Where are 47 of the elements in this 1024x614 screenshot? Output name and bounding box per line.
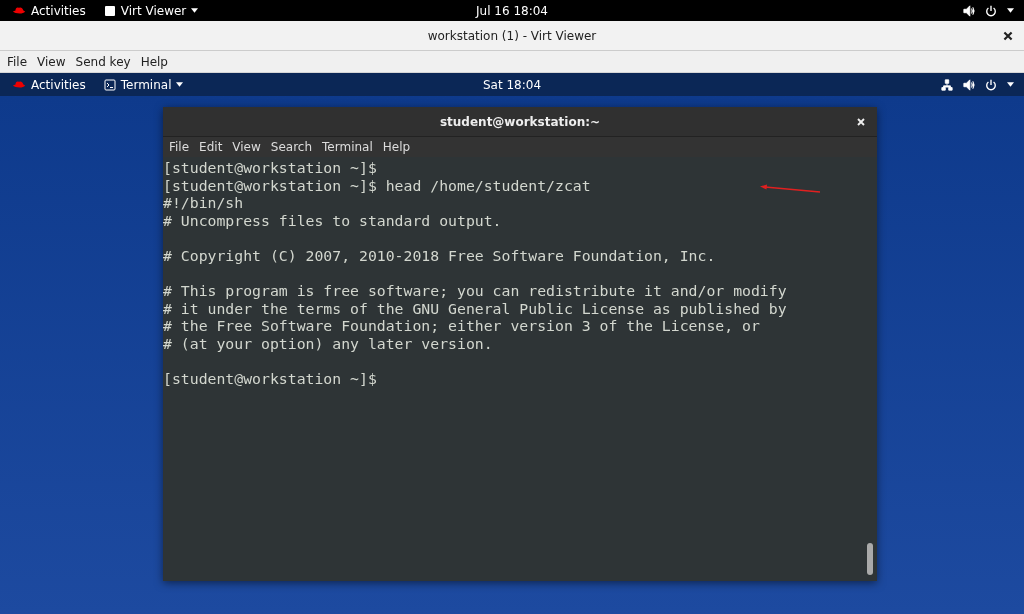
scrollbar-thumb[interactable] <box>867 543 873 575</box>
window-title: student@workstation:~ <box>439 114 601 129</box>
menu-item[interactable]: Search <box>265 137 318 157</box>
menu-item[interactable]: Help <box>135 51 173 72</box>
caret-icon <box>176 82 184 87</box>
terminal-line: [student@workstation ~]$ head /home/student/zcat <box>163 176 591 195</box>
clock[interactable]: Jul 16 18:04 <box>476 3 548 18</box>
window-title: workstation (1) - Virt Viewer <box>427 28 597 43</box>
terminal-line: # This program is free software; you can redistribute it and/or modify <box>163 282 787 300</box>
close-button[interactable] <box>1002 29 1014 42</box>
hat-icon <box>12 6 26 15</box>
menu-item[interactable]: Help <box>377 137 416 157</box>
terminal-icon <box>103 78 116 91</box>
power-icon[interactable] <box>985 4 997 17</box>
close-button[interactable] <box>855 115 867 128</box>
terminal-line: [student@workstation ~]$ <box>163 159 377 177</box>
terminal-line: #!/bin/sh <box>163 194 244 212</box>
annotation-arrow <box>759 184 821 194</box>
network-icon[interactable] <box>941 78 953 91</box>
app-menu[interactable]: Virt Viewer <box>99 3 203 18</box>
terminal-line: [student@workstation ~]$ <box>163 370 377 388</box>
hat-icon <box>12 80 26 89</box>
terminal-line: # (at your option) any later version. <box>163 334 493 353</box>
menu-item[interactable]: File <box>2 51 33 72</box>
close-icon <box>1002 29 1014 42</box>
caret-icon[interactable] <box>1007 8 1014 13</box>
activities-button[interactable]: Activities <box>8 77 90 92</box>
menu-item[interactable]: Terminal <box>317 137 378 157</box>
menu-item[interactable]: File <box>164 137 195 157</box>
close-icon <box>855 115 867 128</box>
terminal-line: # the Free Software Foundation; either version 3 of the License, or <box>163 317 760 335</box>
app-menu[interactable]: Terminal <box>99 77 188 92</box>
window-icon <box>103 4 116 17</box>
terminal-line: # Copyright (C) 2007, 2010-2018 Free Software Foundation, Inc. <box>163 246 716 265</box>
menu-item[interactable]: Edit <box>194 137 228 157</box>
power-icon[interactable] <box>985 78 997 91</box>
menu-item[interactable]: View <box>227 137 266 157</box>
terminal-line: # it under the terms of the GNU General Public License as published by <box>163 299 787 318</box>
menu-item[interactable]: Send key <box>70 51 136 72</box>
terminal-line: # Uncompress files to standard output. <box>163 211 502 230</box>
activities-button[interactable]: Activities <box>8 3 90 18</box>
caret-icon <box>191 8 199 13</box>
menu-item[interactable]: View <box>32 51 71 72</box>
caret-icon[interactable] <box>1007 82 1014 87</box>
volume-icon[interactable] <box>963 4 975 17</box>
clock[interactable]: Sat 18:04 <box>482 77 542 92</box>
volume-icon[interactable] <box>963 78 975 91</box>
